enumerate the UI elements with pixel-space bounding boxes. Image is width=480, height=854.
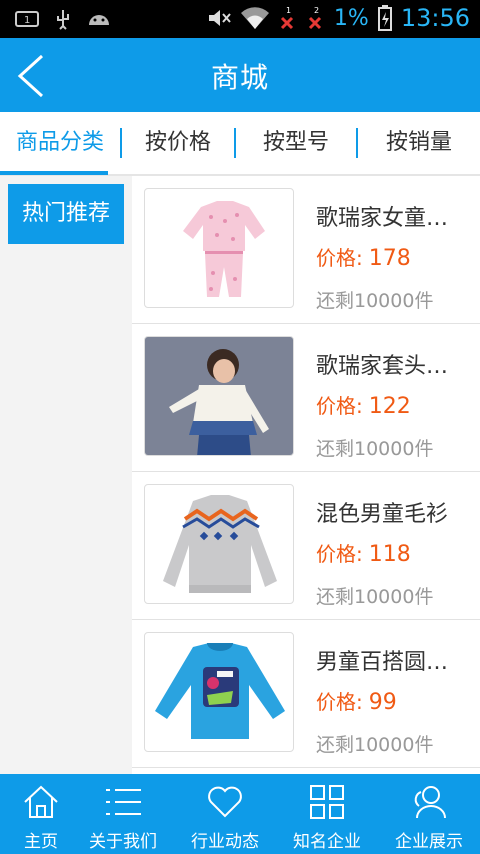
product-list: 歌瑞家女童… 价格: 178 还剩10000件 歌瑞家套头… 价格: 122 还剩1… [132, 176, 480, 774]
price-label: 价格: [316, 690, 363, 714]
girl-sweater-photo [145, 337, 293, 455]
nav-company-showcase-label: 企业展示 [395, 832, 463, 852]
product-name: 歌瑞家套头… [316, 354, 449, 379]
category-sidebar: 热门推荐 [0, 176, 132, 774]
nav-industry-news-label: 行业动态 [191, 832, 259, 852]
product-price: 价格: 178 [316, 242, 411, 271]
pajama-image [183, 201, 265, 297]
product-image-grey-sweater [144, 484, 294, 604]
product-image-girl-sweater [144, 336, 294, 456]
tab-by-model[interactable]: 按型号 [236, 112, 356, 174]
sim1-label: 1 [286, 6, 291, 15]
battery-charging-icon [377, 5, 392, 31]
signal-1-icon: 1 [280, 6, 293, 30]
nav-about-label: 关于我们 [89, 832, 157, 852]
page-title: 商城 [210, 61, 269, 94]
home-icon [24, 785, 58, 818]
nav-company-showcase[interactable]: 企业展示 [388, 774, 470, 854]
product-item[interactable]: 男童百搭圆… 价格: 99 还剩10000件 [132, 620, 480, 768]
price-value: 122 [368, 394, 411, 419]
notification-icon: 1 [15, 11, 39, 27]
svg-text:2: 2 [314, 6, 319, 15]
mute-icon [208, 10, 231, 26]
nav-home[interactable]: 主页 [0, 774, 82, 854]
bottom-nav: 主页 关于我们 行业动态 知名企业 企业展示 [0, 774, 480, 854]
price-label: 价格: [316, 394, 363, 418]
product-image-blue-tshirt [144, 632, 294, 752]
active-tab-indicator [0, 171, 108, 175]
status-bar-right: 1 2 1% 13:56 [206, 4, 470, 32]
grey-sweater-image [163, 495, 277, 593]
android-icon [89, 15, 109, 25]
product-stock: 还剩10000件 [316, 586, 434, 608]
list-icon [106, 789, 141, 815]
title-bar: 商城 [0, 38, 480, 112]
product-price: 价格: 118 [316, 538, 411, 567]
wifi-icon [240, 7, 269, 29]
grid-icon [310, 785, 344, 819]
category-hot-recommend[interactable]: 热门推荐 [8, 184, 124, 244]
product-name: 歌瑞家女童… [316, 206, 449, 231]
price-label: 价格: [316, 542, 363, 566]
product-price: 价格: 122 [316, 390, 411, 419]
price-label: 价格: [316, 246, 363, 270]
heart-icon [208, 786, 242, 818]
status-bar-left: 1 [14, 8, 112, 30]
blue-tshirt-image [155, 643, 285, 739]
product-price: 价格: 99 [316, 686, 397, 715]
price-value: 178 [368, 246, 411, 271]
product-image-pink-pajama [144, 188, 294, 308]
tab-category[interactable]: 商品分类 [0, 112, 120, 174]
product-item[interactable]: 歌瑞家套头… 价格: 122 还剩10000件 [132, 324, 480, 472]
nav-home-label: 主页 [24, 832, 58, 852]
tab-by-price[interactable]: 按价格 [122, 112, 234, 174]
nav-industry-news[interactable]: 行业动态 [184, 774, 266, 854]
filter-tabs: 商品分类 按价格 按型号 按销量 [0, 112, 480, 176]
status-bar: 1 1 2 1% 13:56 [0, 0, 480, 38]
product-name: 混色男童毛衫 [316, 502, 449, 527]
nav-famous-companies[interactable]: 知名企业 [286, 774, 368, 854]
price-value: 99 [368, 690, 397, 715]
product-item[interactable]: 混色男童毛衫 价格: 118 还剩10000件 [132, 472, 480, 620]
tab-by-sales[interactable]: 按销量 [358, 112, 480, 174]
svg-text:1: 1 [24, 15, 30, 26]
price-value: 118 [368, 542, 411, 567]
nav-famous-companies-label: 知名企业 [293, 832, 361, 852]
signal-2-icon: 2 [308, 6, 321, 30]
product-stock: 还剩10000件 [316, 438, 434, 460]
product-name: 男童百搭圆… [316, 650, 449, 675]
product-item[interactable]: 歌瑞家女童… 价格: 178 还剩10000件 [132, 176, 480, 324]
product-stock: 还剩10000件 [316, 734, 434, 756]
usb-icon [57, 10, 69, 30]
battery-percent: 1% [333, 5, 369, 31]
clock: 13:56 [400, 4, 470, 32]
nav-about[interactable]: 关于我们 [82, 774, 164, 854]
users-icon [414, 786, 446, 819]
product-stock: 还剩10000件 [316, 290, 434, 312]
